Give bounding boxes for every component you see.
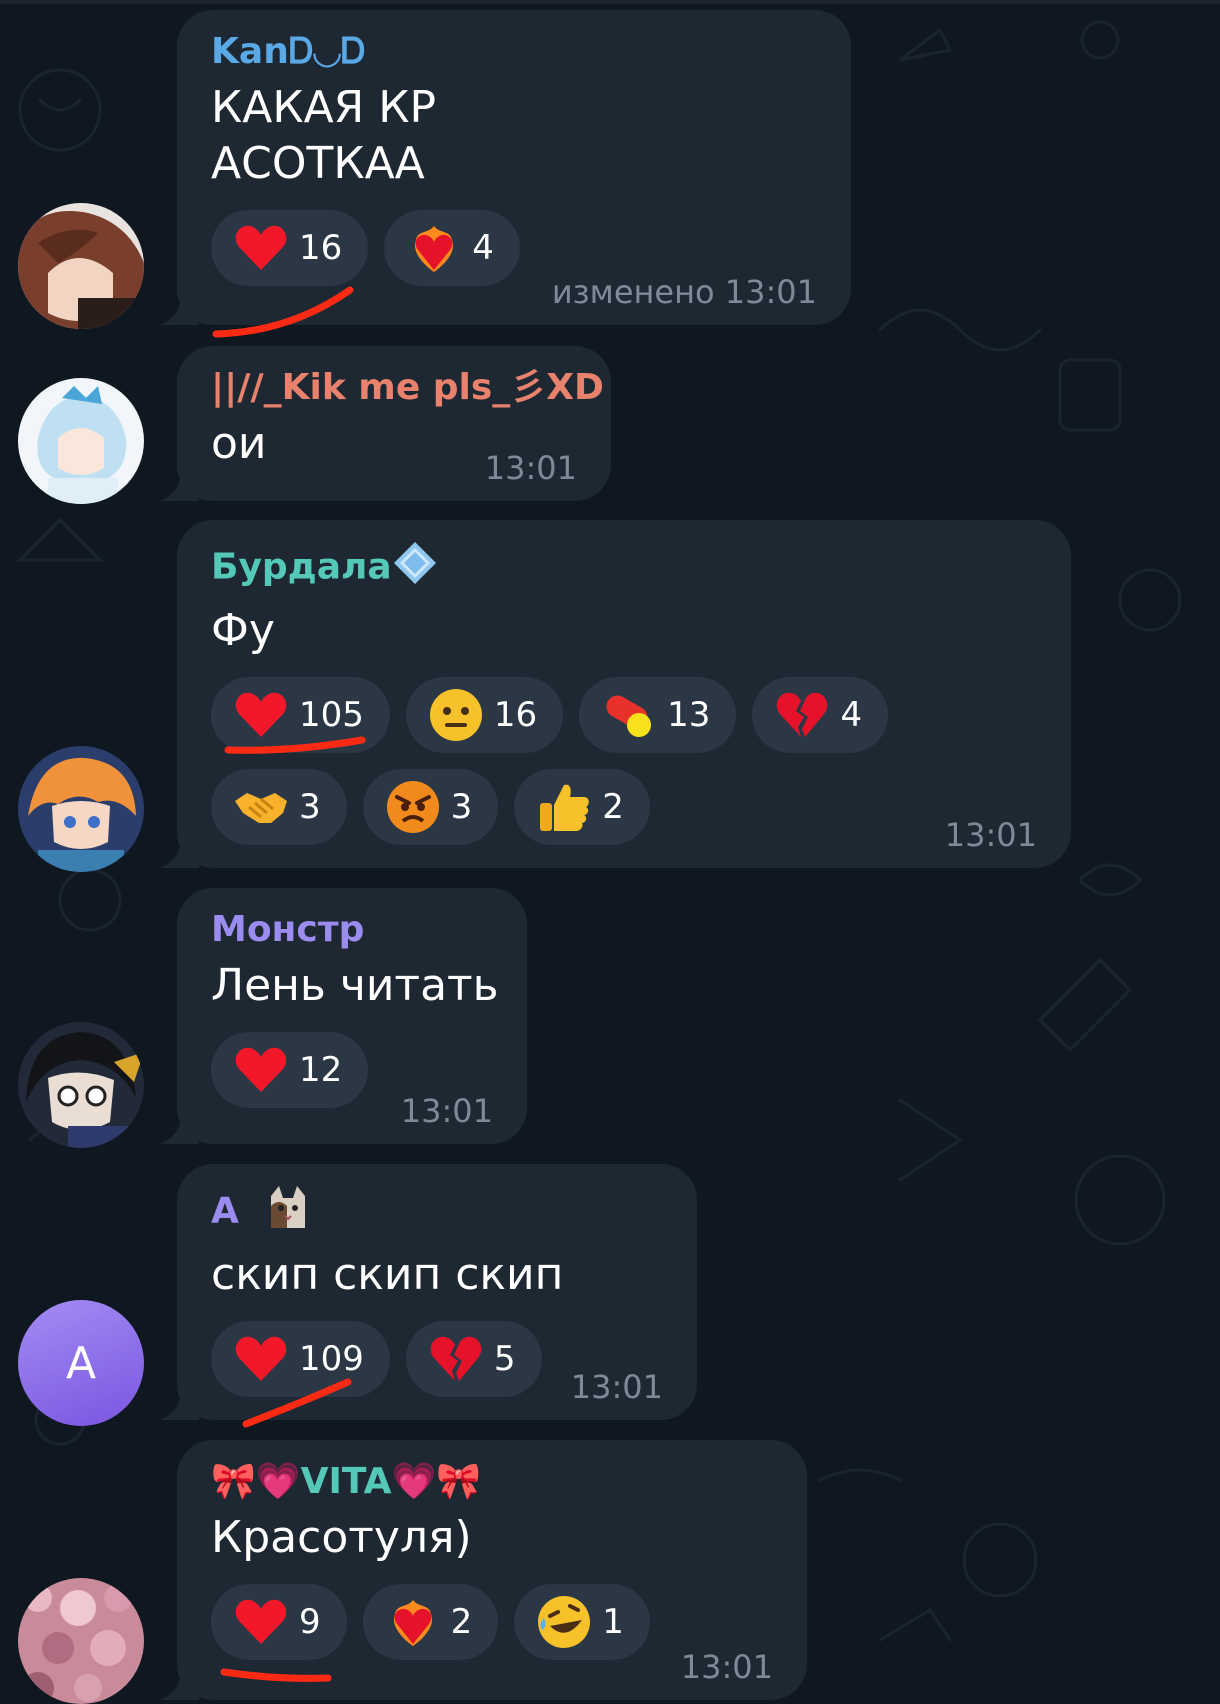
message-time: 13:01 [680, 1648, 773, 1686]
reaction-chip[interactable]: 2 [362, 1584, 499, 1660]
broken-heart-icon [428, 1331, 484, 1387]
heart-on-fire-icon [385, 1594, 441, 1650]
pill-icon [601, 687, 657, 743]
red-underline-annotation [242, 1378, 352, 1428]
avatar[interactable]: А [18, 1300, 144, 1426]
cat-sticker-icon [265, 1184, 311, 1241]
message-text: скип скип скип [211, 1249, 564, 1300]
red-heart-icon [233, 1594, 289, 1650]
reaction-count: 9 [299, 1602, 321, 1642]
heart-on-fire-icon [406, 220, 462, 276]
reaction-count: 12 [299, 1050, 343, 1090]
reaction-count: 4 [840, 695, 863, 735]
sender-name[interactable]: Монстр [211, 908, 493, 952]
reaction-count: 16 [299, 228, 343, 268]
reaction-count: 4 [472, 228, 494, 268]
message-time: изменено 13:01 [551, 273, 817, 311]
sender-name[interactable]: ||//_Kik me pls_彡XD [211, 366, 604, 410]
message-time: 13:01 [570, 1368, 663, 1406]
angry-face-icon [385, 779, 441, 835]
reaction-chip[interactable]: 16 [405, 677, 564, 753]
reaction-count: 16 [493, 695, 538, 735]
reactions: 105 16 13 4 3 3 2 [211, 677, 1031, 845]
reaction-chip[interactable]: 4 [752, 677, 889, 753]
reaction-chip[interactable]: 3 [362, 769, 499, 845]
diamond-badge-icon [392, 540, 438, 597]
red-underline-annotation [220, 1668, 332, 1682]
sender-name[interactable]: А [211, 1184, 663, 1241]
red-heart-icon [233, 1042, 289, 1098]
sender-name[interactable]: Бурдала [211, 540, 1037, 597]
red-underline-annotation [212, 286, 354, 338]
message-time: 13:01 [484, 449, 577, 487]
reaction-count: 13 [667, 695, 711, 735]
message-text-line: АСОТКАА [211, 138, 425, 189]
reaction-count: 1 [602, 1602, 624, 1642]
reaction-chip[interactable]: 2 [514, 769, 650, 845]
avatar[interactable] [18, 203, 144, 329]
message-text-line: КАКАЯ КР [211, 82, 437, 133]
thumbs-up-icon [536, 779, 592, 835]
handshake-icon [233, 779, 289, 835]
avatar[interactable] [18, 378, 144, 504]
message-bubble: Бурдала Фу 105 16 13 4 3 3 2 13:01 [177, 520, 1071, 868]
reaction-count: 5 [493, 1339, 516, 1379]
rofl-face-icon [536, 1594, 592, 1650]
avatar[interactable] [18, 746, 144, 872]
avatar[interactable] [18, 1022, 144, 1148]
message-time: 13:01 [400, 1092, 493, 1130]
message-bubble: KanᎠ◡Ꭰ КАКАЯ КР АСОТКАА 16 4 изменено 13… [177, 10, 851, 325]
reaction-chip[interactable]: 9 [211, 1584, 347, 1660]
red-underline-annotation [224, 736, 366, 754]
reaction-chip[interactable]: 4 [384, 210, 520, 286]
reaction-chip[interactable]: 3 [211, 769, 347, 845]
sender-name[interactable]: KanᎠ◡Ꭰ [211, 30, 817, 74]
neutral-face-icon [428, 687, 484, 743]
avatar[interactable] [18, 1578, 144, 1704]
reaction-count: 2 [602, 787, 624, 827]
broken-heart-icon [774, 687, 830, 743]
sender-name-text: Бурдала [211, 546, 392, 588]
reaction-count: 109 [299, 1339, 364, 1379]
sender-name-text: А [211, 1190, 239, 1232]
message-text: Лень читать [211, 960, 499, 1011]
reaction-chip[interactable]: 13 [579, 677, 737, 753]
message-text: Фу [211, 605, 275, 656]
reaction-chip[interactable]: 5 [405, 1321, 542, 1397]
reaction-count: 105 [299, 695, 364, 735]
message-bubble: Монстр Лень читать 12 13:01 [177, 888, 527, 1144]
sender-name-text: VITA [300, 1461, 392, 1502]
sender-emoji-prefix: 🎀💗 [211, 1461, 301, 1502]
sender-emoji-suffix: 💗🎀 [391, 1461, 482, 1502]
message-bubble: 🎀💗VITA💗🎀 Красотуля) 9 2 1 13:01 [177, 1440, 807, 1700]
reaction-chip[interactable]: 12 [211, 1032, 369, 1108]
sender-name[interactable]: 🎀💗VITA💗🎀 [211, 1460, 773, 1504]
red-heart-icon [233, 220, 289, 276]
reaction-count: 3 [450, 787, 473, 827]
reaction-count: 3 [299, 787, 321, 827]
top-bar-edge [0, 0, 1220, 4]
reaction-chip[interactable]: 1 [514, 1584, 650, 1660]
message-bubble: ||//_Kik me pls_彡XD ои 13:01 [177, 346, 611, 501]
reaction-chip[interactable]: 16 [211, 210, 369, 286]
message-text: Красотуля) [211, 1512, 472, 1563]
message-time: 13:01 [944, 816, 1037, 854]
reaction-count: 2 [450, 1602, 473, 1642]
message-text: КАКАЯ КР АСОТКАА [211, 80, 817, 192]
